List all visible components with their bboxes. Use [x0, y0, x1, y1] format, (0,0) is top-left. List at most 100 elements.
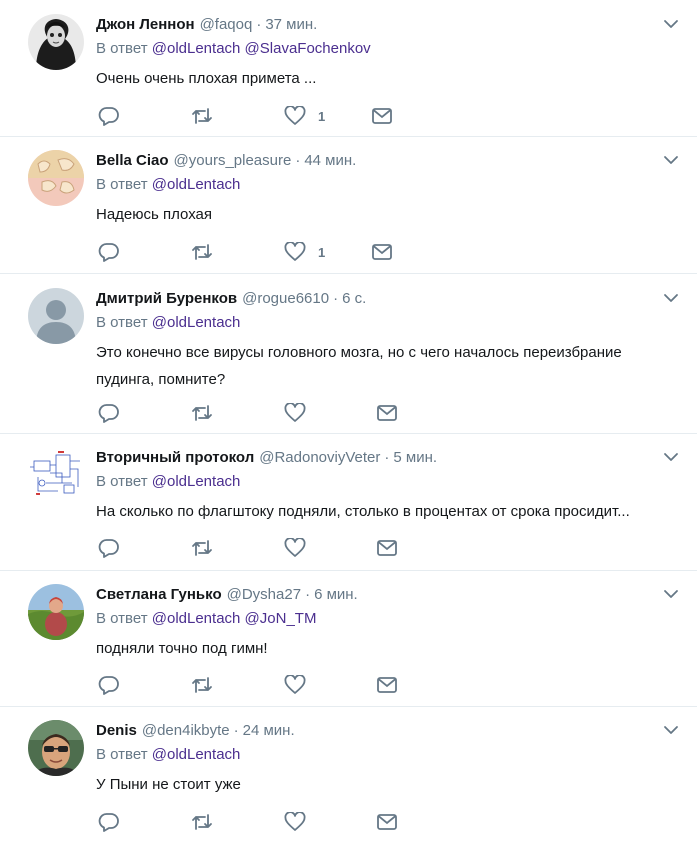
- user-handle[interactable]: @RadonoviyVeter: [259, 449, 380, 466]
- tweet-text: Это конечно все вирусы головного мозга, …: [96, 344, 622, 361]
- separator-dot: ·: [233, 721, 239, 739]
- timestamp[interactable]: 24 мин.: [243, 722, 295, 739]
- like-count: 1: [318, 108, 326, 124]
- heart-icon: [284, 403, 306, 422]
- retweet-button[interactable]: [190, 675, 214, 695]
- like-button[interactable]: [284, 403, 306, 423]
- direct-message-button[interactable]: [376, 538, 398, 558]
- mention-link[interactable]: @oldLentach: [152, 40, 241, 57]
- tweet[interactable]: Вторичный протокол @RadonoviyVeter · 5 м…: [0, 434, 697, 571]
- chevron-down-icon[interactable]: [663, 152, 679, 168]
- retweet-icon: [192, 405, 212, 421]
- display-name[interactable]: Джон Леннон: [96, 16, 195, 33]
- avatar[interactable]: [28, 288, 84, 344]
- tweet-text: Очень очень плохая примета ...: [96, 70, 317, 87]
- reply-button[interactable]: [98, 242, 120, 262]
- like-button[interactable]: [284, 538, 306, 558]
- user-handle[interactable]: @den4ikbyte: [142, 722, 230, 739]
- retweet-button[interactable]: [190, 106, 214, 126]
- like-button[interactable]: 1: [284, 242, 325, 262]
- user-handle[interactable]: @Dysha27: [227, 586, 301, 603]
- direct-message-button[interactable]: [371, 106, 393, 126]
- retweet-button[interactable]: [190, 403, 214, 423]
- tweet-header: Дмитрий Буренков @rogue6610 · 6 с.: [96, 287, 669, 309]
- tweet-text: Надеюсь плохая: [96, 206, 213, 223]
- like-button[interactable]: 1: [284, 106, 325, 126]
- timestamp[interactable]: 6 с.: [342, 290, 366, 307]
- user-handle[interactable]: @faqoq: [200, 16, 253, 33]
- chevron-down-icon[interactable]: [663, 290, 679, 306]
- tweet[interactable]: Джон Леннон @faqoq · 37 мин. В ответ @ol…: [0, 0, 697, 137]
- reply-button[interactable]: [98, 403, 120, 423]
- envelope-icon: [377, 405, 397, 421]
- mention-link[interactable]: @SlavaFochenkov: [245, 40, 371, 57]
- direct-message-button[interactable]: [376, 675, 398, 695]
- reply-icon: [98, 243, 119, 262]
- reply-context: В ответ @oldLentach: [96, 746, 669, 766]
- avatar[interactable]: [28, 14, 84, 70]
- direct-message-button[interactable]: [376, 403, 398, 423]
- display-name[interactable]: Вторичный протокол: [96, 449, 254, 466]
- tweet[interactable]: Bella Ciao @yours_pleasure · 44 мин. В о…: [0, 137, 697, 274]
- display-name[interactable]: Denis: [96, 722, 137, 739]
- action-bar: [98, 403, 398, 423]
- reply-button[interactable]: [98, 675, 120, 695]
- retweet-button[interactable]: [190, 242, 214, 262]
- reply-context: В ответ @oldLentach @JoN_TM: [96, 610, 669, 630]
- action-bar: 1: [98, 242, 393, 262]
- retweet-icon: [192, 677, 212, 693]
- reply-button[interactable]: [98, 538, 120, 558]
- retweet-button[interactable]: [190, 538, 214, 558]
- direct-message-button[interactable]: [371, 242, 393, 262]
- tweet[interactable]: Дмитрий Буренков @rogue6610 · 6 с. В отв…: [0, 274, 697, 434]
- heart-icon: [284, 812, 306, 831]
- chevron-down-icon[interactable]: [663, 449, 679, 465]
- tweet-text: У Пыни не стоит уже: [96, 776, 241, 793]
- mention-link[interactable]: @oldLentach: [152, 746, 241, 763]
- reply-context: В ответ @oldLentach @SlavaFochenkov: [96, 40, 669, 60]
- action-bar: [98, 812, 398, 832]
- timestamp[interactable]: 37 мин.: [265, 16, 317, 33]
- avatar[interactable]: [28, 150, 84, 206]
- reply-context: В ответ @oldLentach: [96, 314, 669, 334]
- timestamp[interactable]: 44 мин.: [304, 152, 356, 169]
- tweet[interactable]: Denis @den4ikbyte · 24 мин. В ответ @old…: [0, 707, 697, 842]
- action-bar: [98, 538, 398, 558]
- like-button[interactable]: [284, 812, 306, 832]
- mention-link[interactable]: @JoN_TM: [245, 610, 317, 627]
- action-bar: 1: [98, 106, 393, 126]
- action-bar: [98, 675, 398, 695]
- envelope-icon: [372, 244, 393, 260]
- like-button[interactable]: [284, 675, 306, 695]
- display-name[interactable]: Дмитрий Буренков: [96, 290, 237, 307]
- heart-icon: [284, 538, 306, 557]
- avatar[interactable]: [28, 584, 84, 640]
- reply-icon: [98, 539, 119, 558]
- mention-link[interactable]: @oldLentach: [152, 176, 241, 193]
- display-name[interactable]: Bella Ciao: [96, 152, 169, 169]
- reply-prefix: В ответ: [96, 176, 148, 193]
- heart-icon: [284, 106, 306, 125]
- avatar[interactable]: [28, 720, 84, 776]
- timestamp[interactable]: 6 мин.: [314, 586, 358, 603]
- direct-message-button[interactable]: [376, 812, 398, 832]
- reply-button[interactable]: [98, 812, 120, 832]
- chevron-down-icon[interactable]: [663, 586, 679, 602]
- timestamp[interactable]: 5 мин.: [393, 449, 437, 466]
- mention-link[interactable]: @oldLentach: [152, 610, 241, 627]
- avatar[interactable]: [28, 447, 84, 503]
- mention-link[interactable]: @oldLentach: [152, 314, 241, 331]
- tweet-header: Джон Леннон @faqoq · 37 мин.: [96, 13, 669, 35]
- chevron-down-icon[interactable]: [663, 16, 679, 32]
- chevron-down-icon[interactable]: [663, 722, 679, 738]
- mention-link[interactable]: @oldLentach: [152, 473, 241, 490]
- retweet-icon: [192, 540, 212, 556]
- retweet-icon: [192, 108, 212, 124]
- tweet[interactable]: Светлана Гунько @Dysha27 · 6 мин. В отве…: [0, 571, 697, 707]
- display-name[interactable]: Светлана Гунько: [96, 586, 222, 603]
- user-handle[interactable]: @rogue6610: [242, 290, 329, 307]
- user-handle[interactable]: @yours_pleasure: [174, 152, 292, 169]
- reply-button[interactable]: [98, 106, 120, 126]
- retweet-button[interactable]: [190, 812, 214, 832]
- reply-icon: [98, 676, 119, 695]
